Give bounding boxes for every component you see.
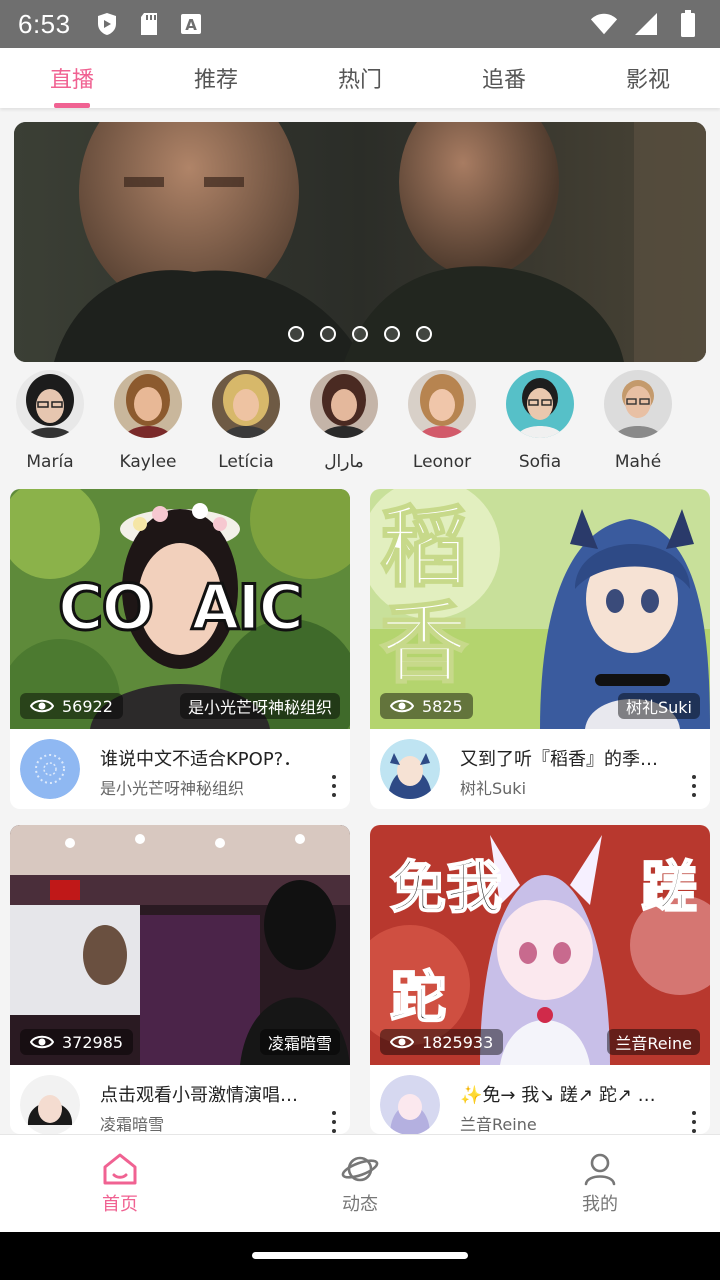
live-card[interactable]: CO AIC 56922 是小光芒呀神秘组织 谁说中文不适合KPOP?． 是小光… [10, 489, 350, 809]
streamer-avatar-row: María Kaylee Letícia مارال Leonor Sofia … [0, 370, 720, 482]
card-author[interactable]: 兰音Reine [460, 1111, 537, 1134]
more-options-icon[interactable] [330, 775, 338, 797]
carousel-dot[interactable] [320, 326, 336, 342]
nav-home[interactable]: 首页 [0, 1135, 240, 1232]
carousel-dot[interactable] [288, 326, 304, 342]
banner-carousel[interactable] [14, 122, 706, 362]
avatar[interactable] [380, 1075, 440, 1134]
card-info: 又到了听『稻香』的季… 树礼Suki [370, 729, 710, 809]
more-options-icon[interactable] [330, 1111, 338, 1133]
live-card[interactable]: 稻香 5825 树礼Suki 又到了听『稻香』的季… 树礼Suki [370, 489, 710, 809]
wifi-icon [590, 10, 618, 38]
avatar [506, 370, 574, 438]
nav-feed[interactable]: 动态 [240, 1135, 480, 1232]
thumb-overlay-text: CO AIC [57, 570, 306, 646]
shield-icon [93, 10, 121, 38]
card-thumbnail: CO AIC 56922 是小光芒呀神秘组织 [10, 489, 350, 729]
avatar [16, 370, 84, 438]
status-bar: 6:53 A [0, 0, 720, 48]
profile-icon [584, 1153, 616, 1185]
avatar [604, 370, 672, 438]
streamer-item[interactable]: مارال [310, 370, 378, 482]
app-screen: 6:53 A 直播 推荐 热门 追番 影视 María Kaylee Letíc… [0, 0, 720, 1280]
bottom-navigation: 首页 动态 我的 [0, 1134, 720, 1232]
status-time: 6:53 [18, 8, 71, 39]
eye-icon [30, 1035, 54, 1049]
card-info: ✨免→ 我↘ 蹉↗ 跎↗ … 兰音Reine [370, 1065, 710, 1134]
live-card[interactable]: 372985 凌霜暗雪 点击观看小哥激情演唱… 凌霜暗雪 [10, 825, 350, 1134]
system-navigation-bar [0, 1232, 720, 1280]
thumb-overlay-text: 免我 蹉跎 [389, 854, 699, 1032]
signal-icon [632, 10, 660, 38]
carousel-dot[interactable] [384, 326, 400, 342]
font-icon: A [177, 10, 205, 38]
thumb-overlay-text: 稻香 [379, 495, 469, 695]
card-author[interactable]: 树礼Suki [460, 775, 526, 799]
card-title: 谁说中文不适合KPOP?． [100, 749, 302, 770]
svg-text:A: A [185, 16, 197, 34]
eye-icon [390, 699, 414, 713]
tab-live[interactable]: 直播 [0, 48, 144, 108]
card-author[interactable]: 凌霜暗雪 [100, 1111, 164, 1134]
sd-card-icon [135, 10, 163, 38]
tab-anime[interactable]: 追番 [432, 48, 576, 108]
streamer-item[interactable]: Kaylee [114, 370, 182, 482]
tab-hot[interactable]: 热门 [288, 48, 432, 108]
author-badge: 树礼Suki [617, 693, 700, 719]
streamer-item[interactable]: Letícia [212, 370, 280, 482]
avatar [310, 370, 378, 438]
carousel-dot[interactable] [416, 326, 432, 342]
avatar [408, 370, 476, 438]
tab-recommend[interactable]: 推荐 [144, 48, 288, 108]
card-thumbnail: 免我 蹉跎 1825933 兰音Reine [370, 825, 710, 1065]
author-badge: 兰音Reine [607, 1029, 700, 1055]
nav-profile[interactable]: 我的 [480, 1135, 720, 1232]
view-count-badge: 5825 [380, 693, 473, 719]
carousel-dot[interactable] [352, 326, 368, 342]
card-thumbnail: 372985 凌霜暗雪 [10, 825, 350, 1065]
author-badge: 是小光芒呀神秘组织 [179, 693, 340, 719]
streamer-item[interactable]: Leonor [408, 370, 476, 482]
eye-icon [390, 1035, 414, 1049]
card-author[interactable]: 是小光芒呀神秘组织 [100, 775, 244, 799]
live-card[interactable]: 免我 蹉跎 1825933 兰音Reine ✨免→ 我↘ 蹉↗ 跎↗ … 兰音R… [370, 825, 710, 1134]
streamer-item[interactable]: Sofia [506, 370, 574, 482]
card-thumbnail: 稻香 5825 树礼Suki [370, 489, 710, 729]
avatar [212, 370, 280, 438]
more-options-icon[interactable] [690, 775, 698, 797]
author-badge: 凌霜暗雪 [259, 1029, 340, 1055]
card-info: 谁说中文不适合KPOP?． 是小光芒呀神秘组织 [10, 729, 350, 809]
card-info: 点击观看小哥激情演唱… 凌霜暗雪 [10, 1065, 350, 1134]
avatar[interactable] [380, 739, 440, 799]
card-title: 点击观看小哥激情演唱… [100, 1085, 298, 1106]
avatar [114, 370, 182, 438]
avatar[interactable] [20, 1075, 80, 1134]
tab-movies[interactable]: 影视 [576, 48, 720, 108]
home-icon [103, 1153, 137, 1184]
carousel-indicator [14, 326, 706, 342]
avatar[interactable] [20, 739, 80, 799]
streamer-item[interactable]: María [16, 370, 84, 482]
card-title: ✨免→ 我↘ 蹉↗ 跎↗ … [460, 1085, 656, 1106]
top-tab-bar: 直播 推荐 热门 追番 影视 [0, 48, 720, 108]
view-count-badge: 56922 [20, 693, 123, 719]
card-title: 又到了听『稻香』的季… [460, 749, 658, 770]
home-gesture-handle[interactable] [252, 1252, 468, 1259]
view-count-badge: 372985 [20, 1029, 134, 1055]
planet-icon [341, 1156, 379, 1181]
view-count-badge: 1825933 [380, 1029, 504, 1055]
battery-icon [674, 10, 702, 38]
streamer-item[interactable]: Mahé [604, 370, 672, 482]
more-options-icon[interactable] [690, 1111, 698, 1133]
eye-icon [30, 699, 54, 713]
